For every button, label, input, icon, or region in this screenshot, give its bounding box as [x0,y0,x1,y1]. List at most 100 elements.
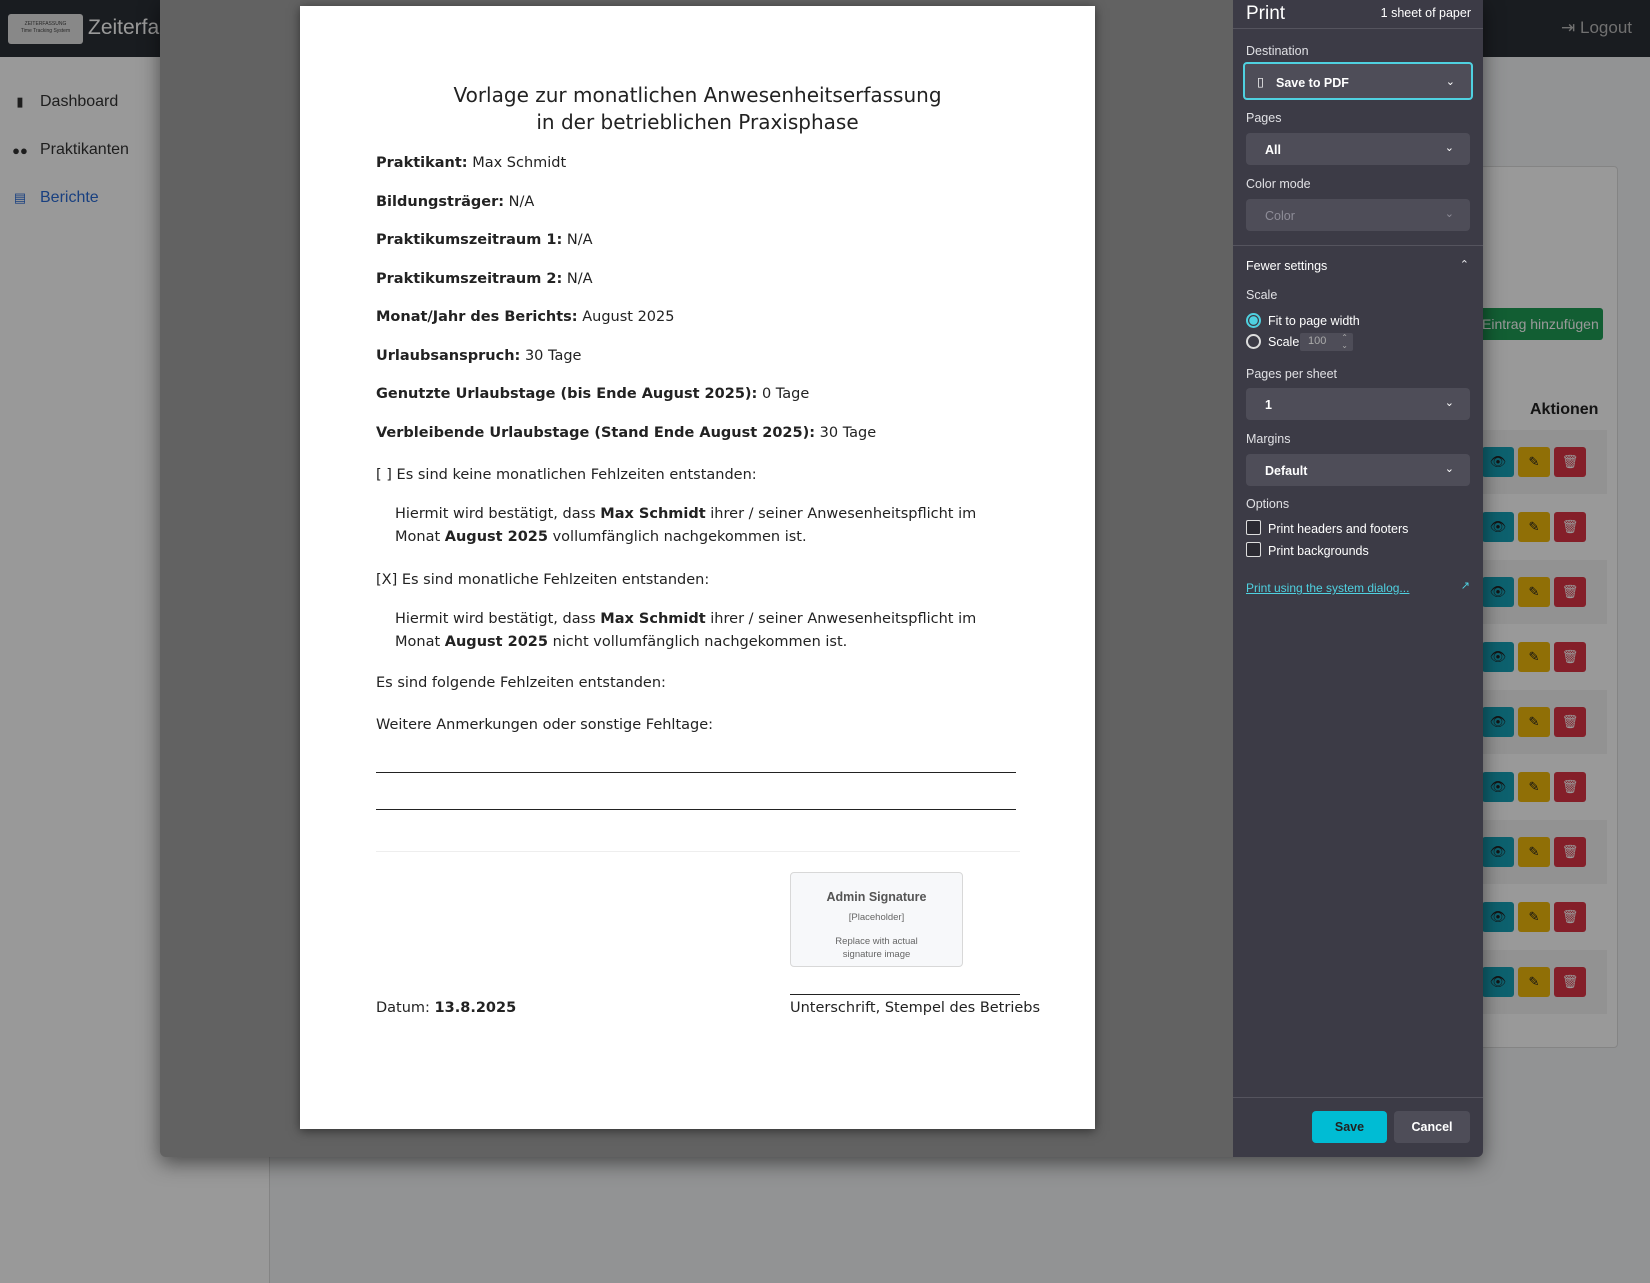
chevron-down-icon: ⌄ [1445,76,1455,88]
chevron-down-icon: ⌄ [1444,463,1454,475]
fewer-settings-toggle[interactable]: Fewer settings [1246,259,1327,273]
title-line-2: in der betrieblichen Praxisphase [536,110,859,134]
field-value: August 2025 [582,309,675,325]
remarks-heading: Weitere Anmerkungen oder sonstige Fehlta… [376,717,714,733]
field-value: N/A [566,232,593,248]
margins-value: Default [1265,464,1308,478]
fit-to-width-radio[interactable] [1246,313,1261,328]
save-button[interactable]: Save [1312,1111,1387,1143]
pages-per-sheet-label: Pages per sheet [1246,367,1338,381]
field-label: Urlaubsanspruch: [376,348,521,364]
options-label: Options [1246,497,1290,511]
field-label: Praktikant: [376,155,468,171]
print-title: Print [1246,3,1286,24]
print-settings-panel: Print 1 sheet of paper Destination ▯ Sav… [1233,0,1483,1157]
option-no-absences: [ ] Es sind keine monatlichen Fehlzeiten… [376,467,757,483]
signature-line [790,994,1020,995]
field-value: 30 Tage [819,425,877,441]
stepper-icon[interactable]: ⌃ ⌄ [1341,334,1348,350]
section-divider [376,851,1020,852]
external-link-icon[interactable]: ↗ [1461,579,1470,592]
field-praktikant: Praktikant: Max Schmidt [376,155,566,171]
option-absences: [X] Es sind monatliche Fehlzeiten entsta… [376,572,710,588]
field-value: N/A [566,271,593,287]
chevron-down-icon: ⌄ [1444,208,1454,220]
title-line-1: Vorlage zur monatlichen Anwesenheitserfa… [453,83,942,107]
field-label: Monat/Jahr des Berichts: [376,309,578,325]
margins-label: Margins [1246,432,1291,446]
field-value: Max Schmidt [472,155,567,171]
signature-caption: Unterschrift, Stempel des Betriebs [790,1000,1041,1016]
field-zeitraum-1: Praktikumszeitraum 1: N/A [376,232,593,248]
system-dialog-link[interactable]: Print using the system dialog... [1246,581,1409,595]
scale-input[interactable]: 100 ⌃ ⌄ [1300,333,1353,351]
headers-footers-label: Print headers and footers [1268,522,1409,536]
pages-value: All [1265,143,1281,157]
backgrounds-label: Print backgrounds [1268,544,1369,558]
pages-per-sheet-value: 1 [1265,398,1272,412]
chevron-down-icon: ⌄ [1444,397,1454,409]
field-zeitraum-2: Praktikumszeitraum 2: N/A [376,271,593,287]
chevron-up-icon[interactable]: ⌃ [1460,258,1469,271]
pages-per-sheet-select[interactable]: 1 ⌄ [1246,388,1470,420]
headers-footers-checkbox[interactable] [1246,520,1261,535]
intern-name: Max Schmidt [600,611,706,627]
field-value: 0 Tage [761,386,810,402]
field-value: 30 Tage [524,348,582,364]
date-value: 13.8.2025 [434,1000,517,1016]
chevron-down-icon: ⌄ [1444,142,1454,154]
scale-label: Scale [1246,288,1278,302]
field-verbleibende-urlaubstage: Verbleibende Urlaubstage (Stand Ende Aug… [376,425,876,441]
confirmation-partial: Hiermit wird bestätigt, dass Max Schmidt… [395,608,995,654]
text: Hiermit wird bestätigt, dass [395,506,601,522]
divider [1233,28,1483,29]
text: vollumfänglich nachgekommen ist. [547,529,807,545]
print-preview-page: Vorlage zur monatlichen Anwesenheitserfa… [300,6,1095,1129]
pages-select[interactable]: All ⌄ [1246,133,1470,165]
field-label: Praktikumszeitraum 1: [376,232,563,248]
document-title: Vorlage zur monatlichen Anwesenheitserfa… [300,82,1095,136]
divider [1233,245,1483,246]
destination-value: Save to PDF [1276,76,1349,90]
scale-value: 100 [1308,335,1327,347]
destination-select[interactable]: ▯ Save to PDF ⌄ [1243,62,1473,100]
date-label: Datum: [376,1000,430,1016]
destination-label: Destination [1246,44,1309,58]
field-monat-jahr: Monat/Jahr des Berichts: August 2025 [376,309,674,325]
signature-title: Admin Signature [826,890,927,904]
sheet-count: 1 sheet of paper [1380,6,1471,20]
field-bildungstraeger: Bildungsträger: N/A [376,194,534,210]
field-urlaubsanspruch: Urlaubsanspruch: 30 Tage [376,348,581,364]
signature-placeholder: Admin Signature [Placeholder] Replace wi… [790,872,963,967]
file-icon: ▯ [1257,75,1264,89]
intern-name: Max Schmidt [600,506,706,522]
field-label: Genutzte Urlaubstage (bis Ende August 20… [376,386,758,402]
pages-label: Pages [1246,111,1282,125]
text: nicht vollumfänglich nachgekommen ist. [547,634,848,650]
field-label: Bildungsträger: [376,194,505,210]
report-month: August 2025 [444,529,548,545]
backgrounds-checkbox[interactable] [1246,542,1261,557]
color-mode-select: Color ⌄ [1246,199,1470,231]
signature-placeholder-text: [Placeholder] [848,912,905,923]
scale-option-label: Scale [1268,335,1300,349]
scale-radio[interactable] [1246,334,1261,349]
print-dialog: Vorlage zur monatlichen Anwesenheitserfa… [160,0,1483,1157]
field-genutzte-urlaubstage: Genutzte Urlaubstage (bis Ende August 20… [376,386,809,402]
field-label: Praktikumszeitraum 2: [376,271,563,287]
margins-select[interactable]: Default ⌄ [1246,454,1470,486]
remarks-line-1 [376,772,1016,773]
text: Hiermit wird bestätigt, dass [395,611,601,627]
fit-to-width-label: Fit to page width [1268,314,1360,328]
date-field: Datum: 13.8.2025 [376,1000,516,1016]
field-value: N/A [508,194,535,210]
color-mode-value: Color [1265,209,1295,223]
confirmation-full: Hiermit wird bestätigt, dass Max Schmidt… [395,503,995,549]
cancel-button[interactable]: Cancel [1394,1111,1470,1143]
signature-note: Replace with actual signature image [835,936,918,960]
remarks-line-2 [376,809,1016,810]
color-mode-label: Color mode [1246,177,1311,191]
report-month: August 2025 [444,634,548,650]
divider [1233,1097,1483,1098]
absences-heading: Es sind folgende Fehlzeiten entstanden: [376,675,666,691]
